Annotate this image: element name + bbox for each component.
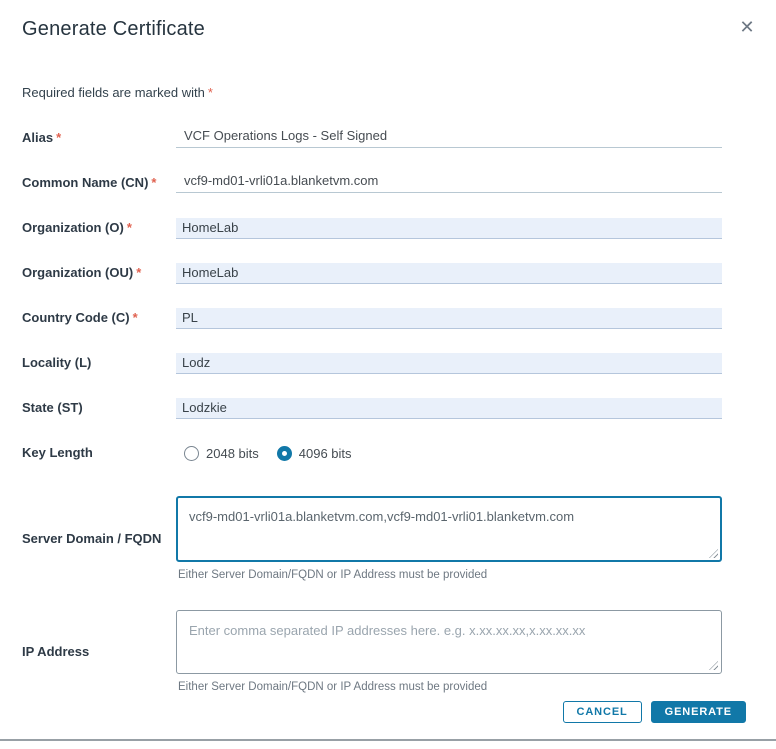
ip-address-textarea-wrap xyxy=(176,610,722,674)
form-row-organization-o: Organization (O)* xyxy=(0,218,776,239)
key-length-radio-group: 2048 bits 4096 bits xyxy=(176,446,722,461)
radio-2048-label: 2048 bits xyxy=(206,446,259,461)
dialog-footer: CANCEL GENERATE xyxy=(563,701,746,723)
ip-address-label: IP Address xyxy=(0,642,176,662)
form-row-locality: Locality (L) xyxy=(0,353,776,374)
close-icon[interactable]: ✕ xyxy=(734,14,760,40)
form-row-common-name: Common Name (CN)* xyxy=(0,173,776,193)
state-input[interactable] xyxy=(176,398,722,419)
radio-checked-icon[interactable] xyxy=(277,446,292,461)
form-row-server-domain: Server Domain / FQDN Either Server Domai… xyxy=(0,496,776,581)
common-name-input[interactable] xyxy=(176,173,722,193)
form-row-organization-ou: Organization (OU)* xyxy=(0,263,776,284)
radio-option-4096-bits[interactable]: 4096 bits xyxy=(277,446,352,461)
required-asterisk: * xyxy=(56,130,61,145)
server-domain-textarea-wrap xyxy=(176,496,722,562)
form-row-ip-address: IP Address Either Server Domain/FQDN or … xyxy=(0,610,776,693)
form-row-state: State (ST) xyxy=(0,398,776,419)
cancel-button[interactable]: CANCEL xyxy=(563,701,642,723)
locality-label: Locality (L) xyxy=(0,353,176,373)
generate-button[interactable]: GENERATE xyxy=(651,701,746,723)
form-row-key-length: Key Length 2048 bits 4096 bits xyxy=(0,443,776,463)
dialog-title: Generate Certificate xyxy=(22,18,754,41)
organization-o-input[interactable] xyxy=(176,218,722,239)
required-asterisk: * xyxy=(151,175,156,190)
ip-address-helper-text: Either Server Domain/FQDN or IP Address … xyxy=(178,681,722,693)
country-code-label: Country Code (C)* xyxy=(0,308,176,328)
radio-4096-label: 4096 bits xyxy=(299,446,352,461)
required-fields-note: Required fields are marked with* xyxy=(22,85,776,100)
dialog-header: Generate Certificate ✕ xyxy=(0,0,776,41)
required-asterisk: * xyxy=(127,220,132,235)
generate-certificate-dialog: Generate Certificate ✕ Required fields a… xyxy=(0,0,776,741)
radio-unchecked-icon[interactable] xyxy=(184,446,199,461)
alias-input[interactable] xyxy=(176,128,722,148)
organization-ou-input[interactable] xyxy=(176,263,722,284)
state-label: State (ST) xyxy=(0,398,176,418)
server-domain-helper-text: Either Server Domain/FQDN or IP Address … xyxy=(178,569,722,581)
form-row-country-code: Country Code (C)* xyxy=(0,308,776,329)
form-row-alias: Alias* xyxy=(0,128,776,148)
server-domain-textarea[interactable] xyxy=(176,496,722,562)
required-asterisk: * xyxy=(136,265,141,280)
key-length-label: Key Length xyxy=(0,443,176,463)
required-asterisk: * xyxy=(208,85,213,100)
server-domain-label: Server Domain / FQDN xyxy=(0,529,176,549)
organization-o-label: Organization (O)* xyxy=(0,218,176,238)
required-asterisk: * xyxy=(133,310,138,325)
common-name-label: Common Name (CN)* xyxy=(0,173,176,193)
country-code-input[interactable] xyxy=(176,308,722,329)
certificate-form: Alias* Common Name (CN)* Organization (O… xyxy=(0,128,776,693)
organization-ou-label: Organization (OU)* xyxy=(0,263,176,283)
radio-option-2048-bits[interactable]: 2048 bits xyxy=(184,446,259,461)
ip-address-textarea[interactable] xyxy=(176,610,722,674)
alias-label: Alias* xyxy=(0,128,176,148)
locality-input[interactable] xyxy=(176,353,722,374)
